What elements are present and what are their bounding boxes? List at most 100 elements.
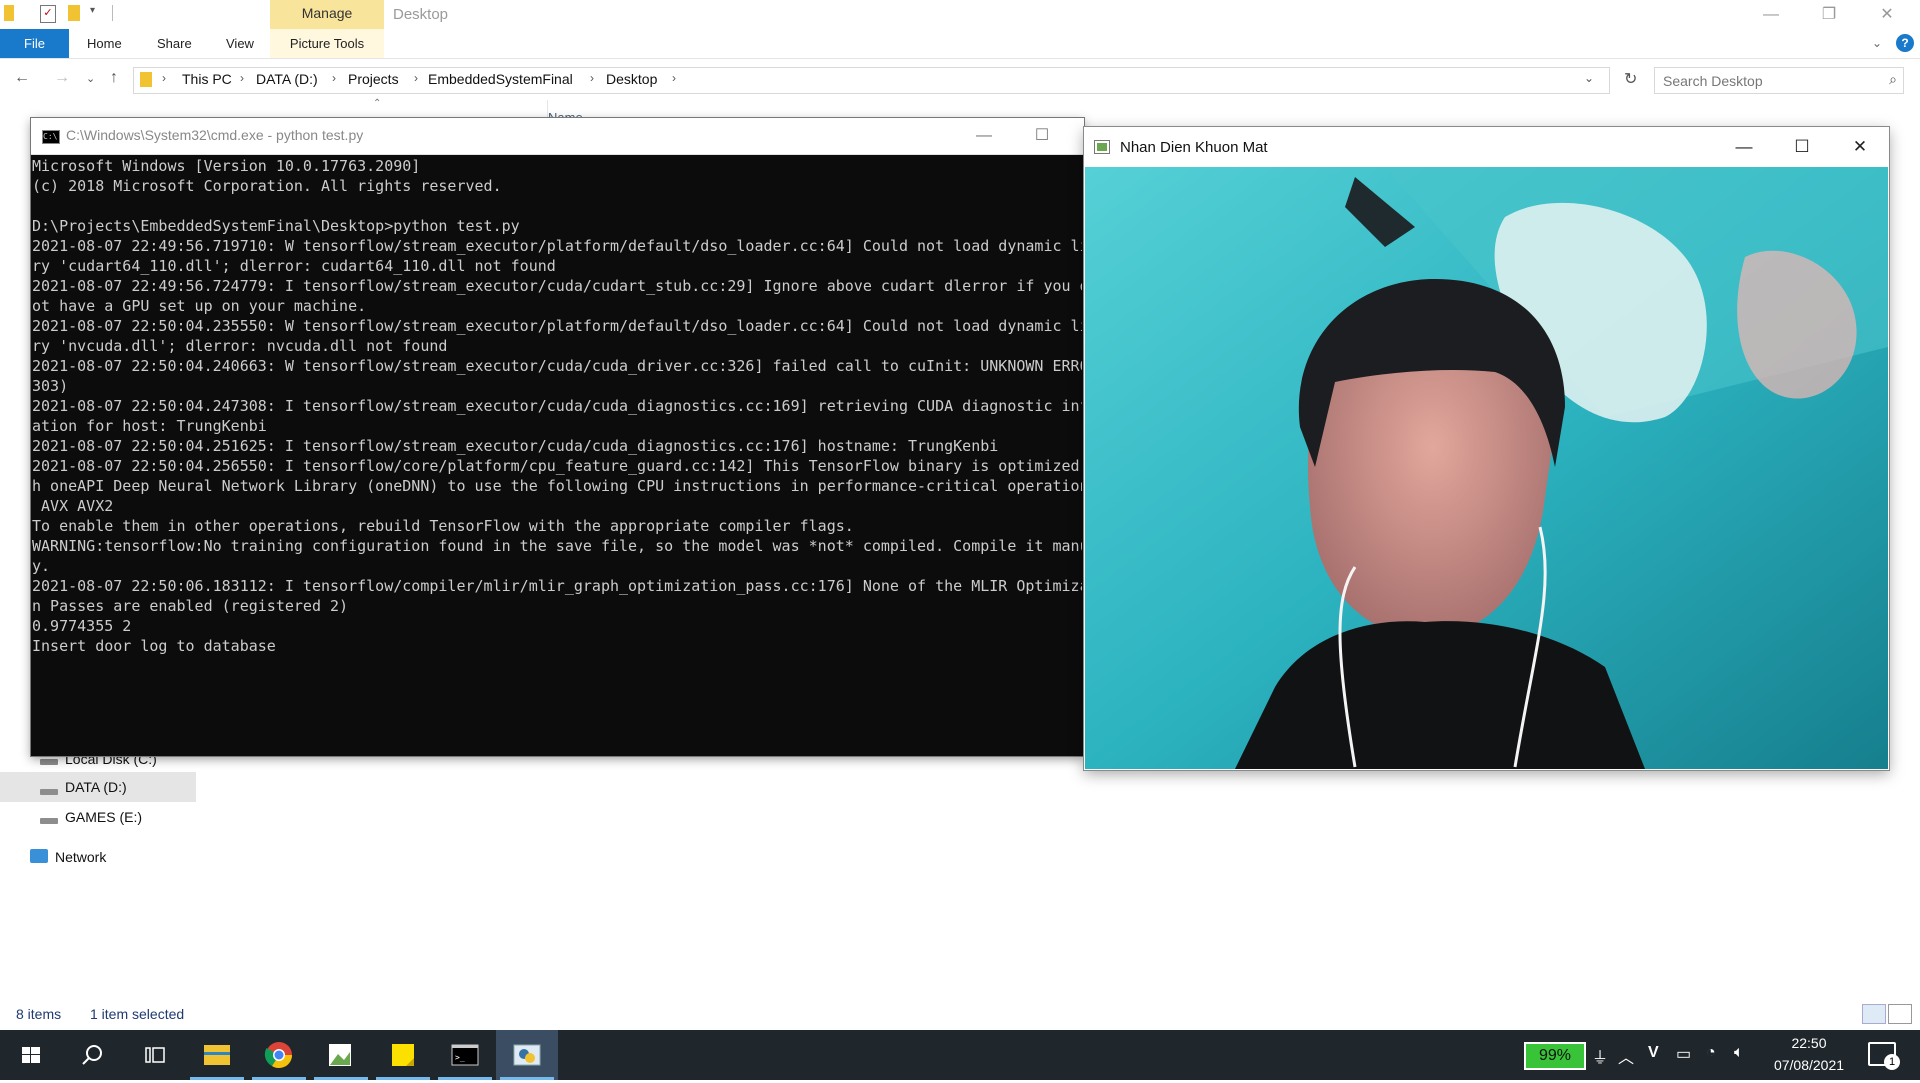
console-output[interactable]: Microsoft Windows [Version 10.0.17763.20… <box>32 156 1082 754</box>
show-hidden-icons-icon[interactable]: ︿ <box>1618 1044 1634 1068</box>
folder-icon[interactable] <box>4 5 14 21</box>
breadcrumb-separator[interactable]: › <box>240 71 244 85</box>
large-icons-view-icon[interactable] <box>1888 1004 1912 1024</box>
folder-icon <box>140 72 152 87</box>
breadcrumb-desktop[interactable]: Desktop <box>606 71 657 87</box>
details-view-icon[interactable] <box>1862 1004 1886 1024</box>
status-item-count: 8 items <box>16 1006 62 1022</box>
tab-picture-tools[interactable]: Picture Tools <box>270 29 384 58</box>
power-plug-icon[interactable]: ⏚ <box>1592 1044 1608 1068</box>
expand-ribbon-icon[interactable]: ⌄ <box>1872 29 1882 58</box>
taskbar-file-explorer[interactable] <box>186 1030 248 1080</box>
cmd-icon: C:\ <box>42 130 60 144</box>
minimize-button[interactable]: — <box>1742 0 1800 29</box>
customize-toolbar-icon[interactable]: ▾ <box>90 5 104 21</box>
ime-indicator[interactable]: V <box>1648 1044 1659 1062</box>
console-line: 2021-08-07 22:49:56.719710: W tensorflow… <box>32 237 1082 255</box>
breadcrumb-this-pc[interactable]: This PC <box>182 71 232 87</box>
maximize-button[interactable]: ❐ <box>1800 0 1858 29</box>
help-icon[interactable]: ? <box>1896 34 1914 52</box>
close-button[interactable]: ✕ <box>1858 0 1916 29</box>
properties-icon[interactable]: ✓ <box>40 5 56 23</box>
tab-view[interactable]: View <box>226 29 254 58</box>
taskbar-python[interactable] <box>496 1030 558 1080</box>
camera-window[interactable]: Nhan Dien Khuon Mat — ☐ ✕ <box>1084 127 1889 770</box>
cmd-title-bar[interactable]: C:\ C:\Windows\System32\cmd.exe - python… <box>31 118 1084 155</box>
drive-icon <box>40 789 58 795</box>
notification-badge: 1 <box>1884 1054 1900 1070</box>
battery-indicator[interactable]: 99% <box>1524 1042 1586 1070</box>
back-arrow-icon[interactable]: ← <box>14 69 30 87</box>
console-line: h oneAPI Deep Neural Network Library (on… <box>32 477 1082 495</box>
taskbar-photos[interactable] <box>310 1030 372 1080</box>
cmd-window[interactable]: C:\ C:\Windows\System32\cmd.exe - python… <box>31 118 1084 756</box>
webcam-image <box>1085 167 1888 769</box>
manage-contextual-tab[interactable]: Manage <box>270 0 384 29</box>
task-view-button[interactable] <box>124 1030 186 1080</box>
camera-minimize-button[interactable]: — <box>1715 127 1773 167</box>
search-icon <box>82 1045 102 1065</box>
new-folder-icon[interactable] <box>68 5 80 21</box>
console-line: n Passes are enabled (registered 2) <box>32 597 349 615</box>
column-divider <box>547 100 548 120</box>
cmd-maximize-button[interactable]: ☐ <box>1013 118 1071 154</box>
clock-date[interactable]: 07/08/2021 <box>1764 1057 1854 1073</box>
tab-share[interactable]: Share <box>157 29 192 58</box>
clock-time[interactable]: 22:50 <box>1774 1035 1844 1051</box>
forward-arrow-icon[interactable]: → <box>54 69 70 87</box>
breadcrumb-separator[interactable]: › <box>672 71 676 85</box>
cmd-minimize-button[interactable]: — <box>955 118 1013 154</box>
console-line: 2021-08-07 22:49:56.724779: I tensorflow… <box>32 277 1082 295</box>
wifi-icon[interactable]: ◔ <box>1706 1044 1716 1062</box>
python-icon <box>513 1044 541 1066</box>
console-line: ry 'nvcuda.dll'; dlerror: nvcuda.dll not… <box>32 337 448 355</box>
breadcrumb-embedded-system-final[interactable]: EmbeddedSystemFinal <box>428 71 573 87</box>
breadcrumb-separator[interactable]: › <box>332 71 336 85</box>
address-bar[interactable]: › This PC › DATA (D:) › Projects › Embed… <box>133 67 1610 94</box>
taskbar-sticky-notes[interactable] <box>372 1030 434 1080</box>
search-box[interactable]: Search Desktop ⌕ <box>1654 67 1904 94</box>
breadcrumb-data-d[interactable]: DATA (D:) <box>256 71 318 87</box>
search-button[interactable] <box>62 1030 124 1080</box>
start-button[interactable] <box>0 1030 62 1080</box>
breadcrumb-separator[interactable]: › <box>414 71 418 85</box>
sort-up-icon: ⌃ <box>373 98 382 109</box>
nav-item-data-d[interactable]: DATA (D:) <box>65 779 127 795</box>
network-icon <box>30 849 48 863</box>
volume-icon[interactable]: 🔈︎ <box>1734 1044 1744 1062</box>
console-line: 0.9774355 2 <box>32 617 132 635</box>
camera-close-button[interactable]: ✕ <box>1831 127 1889 167</box>
up-arrow-icon[interactable]: ↑ <box>110 69 118 87</box>
status-selection: 1 item selected <box>90 1006 185 1022</box>
taskbar-chrome[interactable] <box>248 1030 310 1080</box>
console-line: 2021-08-07 22:50:06.183112: I tensorflow… <box>32 577 1082 595</box>
nav-item-network[interactable]: Network <box>55 849 106 865</box>
task-view-icon <box>145 1047 165 1063</box>
console-line: To enable them in other operations, rebu… <box>32 517 854 535</box>
drive-icon <box>40 818 58 824</box>
taskbar-cmd[interactable]: >_ <box>434 1030 496 1080</box>
window-title: Desktop <box>393 6 449 23</box>
breadcrumb-projects[interactable]: Projects <box>348 71 399 87</box>
console-line: 2021-08-07 22:50:04.235550: W tensorflow… <box>32 317 1082 335</box>
camera-maximize-button[interactable]: ☐ <box>1773 127 1831 167</box>
tab-file[interactable]: File <box>0 29 69 58</box>
battery-icon[interactable]: ▭ <box>1676 1044 1691 1064</box>
breadcrumb-separator[interactable]: › <box>590 71 594 85</box>
breadcrumb-separator[interactable]: › <box>162 71 166 85</box>
console-line: ation for host: TrungKenbi <box>32 417 267 435</box>
camera-title-bar[interactable]: Nhan Dien Khuon Mat — ☐ ✕ <box>1084 127 1889 167</box>
console-line: AVX AVX2 <box>32 497 114 515</box>
recent-locations-icon[interactable]: ⌄ <box>86 72 95 85</box>
console-line: y. <box>32 557 51 575</box>
address-dropdown-icon[interactable]: ⌄ <box>1584 71 1594 85</box>
search-input[interactable]: Search Desktop <box>1663 73 1763 89</box>
tab-home[interactable]: Home <box>87 29 122 58</box>
refresh-icon[interactable]: ↻ <box>1624 69 1637 89</box>
toolbar-divider <box>112 5 113 21</box>
search-icon[interactable]: ⌕ <box>1889 71 1897 88</box>
console-line: (c) 2018 Microsoft Corporation. All righ… <box>32 177 502 195</box>
windows-icon <box>22 1047 40 1063</box>
nav-item-games-e[interactable]: GAMES (E:) <box>65 809 142 825</box>
console-line: Insert door log to database <box>32 637 276 655</box>
